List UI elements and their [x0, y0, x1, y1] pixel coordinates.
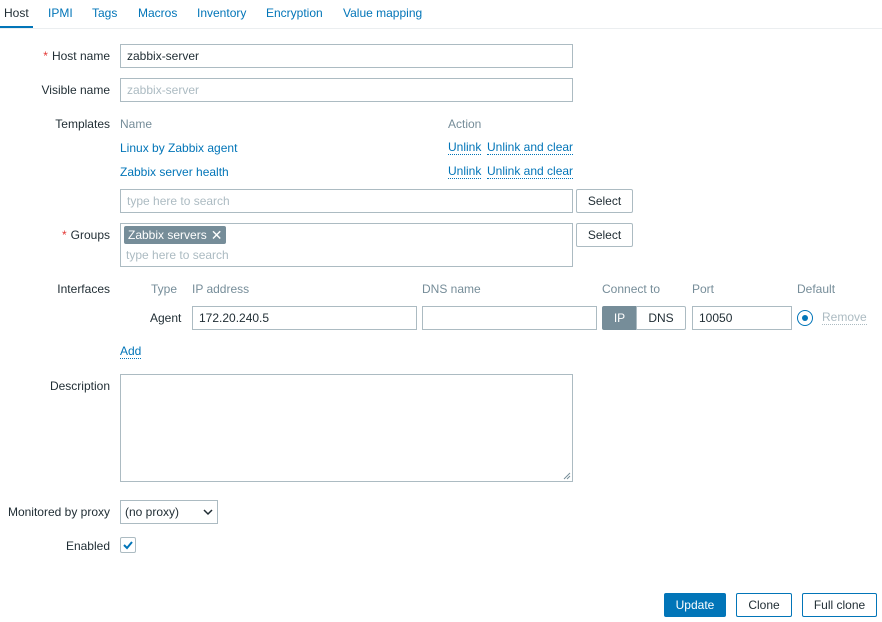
proxy-label: Monitored by proxy [7, 505, 110, 519]
remove-interface-button[interactable]: Remove [822, 311, 867, 325]
interfaces-type-header: Type [151, 282, 178, 296]
tab-bar: Host IPMI Tags Macros Inventory Encrypti… [0, 0, 882, 29]
interfaces-connect-header: Connect to [602, 282, 661, 296]
visible-name-label: Visible name [41, 83, 110, 97]
tab-host[interactable]: Host [0, 0, 33, 28]
chevron-down-icon [203, 509, 213, 516]
close-icon[interactable]: ✕ [211, 226, 223, 244]
tab-encryption[interactable]: Encryption [266, 0, 323, 28]
unlink-and-clear-button[interactable]: Unlink and clear [487, 141, 574, 155]
interface-port-input[interactable]: 10050 [692, 306, 792, 330]
template-link-linux[interactable]: Linux by Zabbix agent [120, 141, 237, 155]
proxy-select-value: (no proxy) [125, 505, 180, 519]
connect-ip-button[interactable]: IP [602, 306, 637, 330]
required-mark: * [61, 228, 67, 242]
interfaces-dns-header: DNS name [422, 282, 481, 296]
update-button[interactable]: Update [664, 593, 726, 617]
interface-dns-input[interactable] [422, 306, 597, 330]
check-icon [123, 541, 133, 550]
visible-name-input[interactable]: zabbix-server [120, 78, 573, 102]
tab-tags[interactable]: Tags [92, 0, 117, 28]
groups-search-placeholder[interactable]: type here to search [126, 248, 229, 262]
interface-type: Agent [150, 311, 182, 325]
tab-inventory[interactable]: Inventory [197, 0, 246, 28]
tab-value-mapping[interactable]: Value mapping [343, 0, 422, 28]
interfaces-default-header: Default [797, 282, 836, 296]
proxy-select[interactable]: (no proxy) [120, 500, 218, 524]
templates-select-button[interactable]: Select [576, 189, 633, 213]
interface-ip-input[interactable]: 172.20.240.5 [192, 306, 417, 330]
radio-selected-icon[interactable] [797, 310, 813, 326]
host-name-label: * Host name [43, 49, 110, 63]
description-label: Description [49, 379, 110, 393]
groups-select-button[interactable]: Select [576, 223, 633, 247]
unlink-and-clear-button[interactable]: Unlink and clear [487, 165, 574, 179]
templates-search-input[interactable]: type here to search [120, 189, 573, 213]
interfaces-ip-header: IP address [192, 282, 250, 296]
templates-name-header: Name [120, 117, 153, 131]
connect-dns-button[interactable]: DNS [636, 306, 686, 330]
resize-grip-icon[interactable] [563, 472, 571, 480]
groups-label: * Groups [61, 228, 110, 242]
group-chip: Zabbix servers ✕ [124, 226, 227, 244]
required-mark: * [43, 49, 48, 63]
description-textarea[interactable] [120, 374, 573, 482]
tab-macros[interactable]: Macros [138, 0, 177, 28]
add-interface-button[interactable]: Add [120, 345, 142, 359]
full-clone-button[interactable]: Full clone [802, 593, 877, 617]
enabled-label: Enabled [65, 539, 110, 553]
host-name-input[interactable]: zabbix-server [120, 44, 573, 68]
tab-ipmi[interactable]: IPMI [48, 0, 73, 28]
templates-label: Templates [55, 117, 110, 131]
template-link-server-health[interactable]: Zabbix server health [120, 165, 229, 179]
clone-button[interactable]: Clone [736, 593, 792, 617]
enabled-checkbox[interactable] [120, 537, 136, 553]
unlink-button[interactable]: Unlink [448, 165, 482, 179]
interfaces-label: Interfaces [57, 282, 110, 296]
templates-action-header: Action [448, 117, 482, 131]
interfaces-port-header: Port [692, 282, 715, 296]
unlink-button[interactable]: Unlink [448, 141, 482, 155]
